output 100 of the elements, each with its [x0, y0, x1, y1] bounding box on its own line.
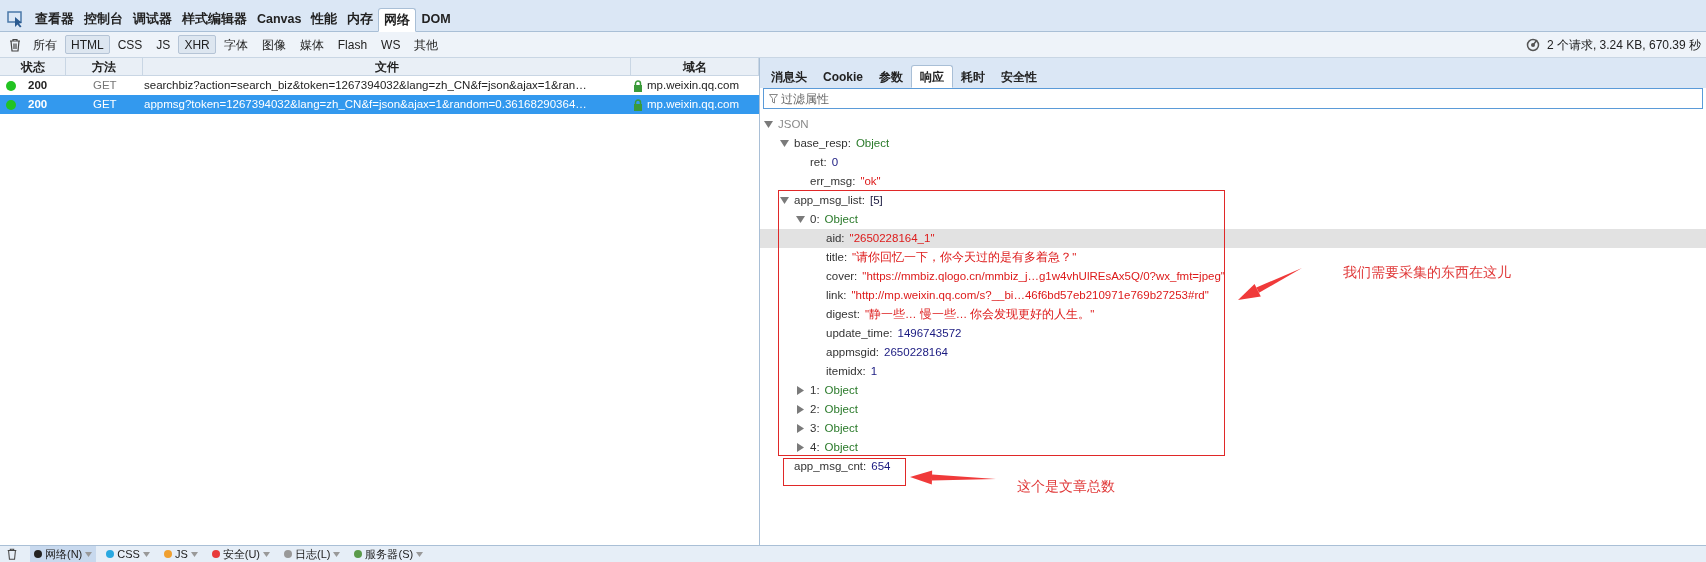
tree-value: Object	[855, 135, 890, 151]
panel-toggle[interactable]: JS	[159, 546, 202, 562]
tree-key: 0:	[810, 210, 820, 229]
tree-row[interactable]: JSON	[760, 115, 809, 134]
tree-key: cover:	[826, 267, 858, 286]
collapsed-arrow-icon[interactable]	[796, 405, 805, 414]
trash-icon[interactable]	[8, 37, 22, 52]
toolbox-tab[interactable]: 调试器	[128, 7, 177, 31]
caret-icon	[85, 551, 93, 557]
tree-row[interactable]: 2: Object	[760, 400, 858, 419]
request-row[interactable]: 200 GET searchbiz?action=search_biz&token=1267394032&lang=zh_CN&f=json&ajax=1&ran… mp.weixin.qq.com	[0, 76, 759, 95]
tree-value: 1496743572	[897, 325, 962, 341]
tree-value: 2650228164	[884, 344, 949, 360]
domain-cell-text: mp.weixin.qq.com	[647, 96, 740, 112]
gauge-icon	[1525, 37, 1540, 52]
tree-row[interactable]: update_time: 1496743572	[760, 324, 962, 343]
detail-tab[interactable]: 响应	[911, 65, 953, 88]
tree-key: 2:	[810, 400, 820, 419]
tree-row[interactable]: title: "请你回忆一下，你今天过的是有多着急？"	[760, 248, 1077, 267]
tree-row[interactable]: appmsgid: 2650228164	[760, 343, 949, 362]
annotation-note: 这个是文章总数	[1017, 477, 1115, 496]
tree-key: 4:	[810, 438, 820, 457]
filter-button[interactable]: JS	[150, 35, 177, 54]
filter-button[interactable]: 所有	[27, 35, 63, 54]
tree-row[interactable]: digest: "静一些… 慢一些… 你会发现更好的人生。"	[760, 305, 1095, 324]
panel-toggle[interactable]: CSS	[102, 546, 154, 562]
caret-icon	[190, 551, 198, 557]
panel-toggle[interactable]: 网络(N)	[30, 546, 97, 562]
tree-row[interactable]: ret: 0	[760, 153, 839, 172]
tree-key: 1:	[810, 381, 820, 400]
expanded-arrow-icon[interactable]	[780, 196, 789, 205]
filter-button[interactable]: WS	[375, 35, 407, 54]
tree-key: appmsgid:	[826, 343, 880, 362]
tree-row[interactable]: cover: "https://mmbiz.qlogo.cn/mmbiz_j…g1w4vhUlREsAx5Q/0?wx_fmt=jpeg"	[760, 267, 1225, 286]
filter-button[interactable]: HTML	[65, 35, 110, 54]
detail-tab[interactable]: 参数	[871, 65, 911, 88]
tree-key: base_resp:	[794, 134, 851, 153]
caret-icon	[333, 551, 341, 557]
tree-key: app_msg_list:	[794, 191, 865, 210]
tree-row[interactable]: itemidx: 1	[760, 362, 878, 381]
toolbox-tab[interactable]: 样式编辑器	[177, 7, 252, 31]
toolbox-tab[interactable]: 控制台	[79, 7, 128, 31]
expanded-arrow-icon[interactable]	[780, 139, 789, 148]
tree-key: 3:	[810, 419, 820, 438]
column-header[interactable]: 文件	[143, 58, 631, 75]
filter-button[interactable]: 其他	[408, 35, 445, 54]
tree-row[interactable]: aid: "2650228164_1"	[760, 229, 1706, 248]
toolbox-tab[interactable]: DOM	[416, 7, 456, 31]
expanded-arrow-icon[interactable]	[796, 215, 805, 224]
toolbox-tab[interactable]: 内存	[342, 7, 379, 31]
tree-row[interactable]: app_msg_list: [5]	[760, 191, 883, 210]
annotation-arrow	[1238, 268, 1302, 300]
collapsed-arrow-icon[interactable]	[796, 443, 805, 452]
panel-toggle[interactable]: 安全(U)	[207, 546, 275, 562]
tree-value: "静一些… 慢一些… 你会发现更好的人生。"	[864, 306, 1095, 322]
column-header[interactable]: 域名	[631, 58, 759, 75]
caret-icon	[416, 551, 424, 557]
tree-value: "2650228164_1"	[849, 230, 935, 246]
tree-row[interactable]: 0: Object	[760, 210, 858, 229]
tree-row[interactable]: link: "http://mp.weixin.qq.com/s?__bi…46f6bd57eb210971e769b27253#rd"	[760, 286, 1209, 305]
toolbox-tab[interactable]: 查看器	[30, 7, 79, 31]
toolbox-tab[interactable]: 网络	[378, 8, 417, 32]
tree-row[interactable]: 3: Object	[760, 419, 858, 438]
tree-row[interactable]: 4: Object	[760, 438, 858, 457]
tree-key: itemidx:	[826, 362, 866, 381]
toolbox-tab[interactable]: 性能	[306, 7, 343, 31]
tree-row[interactable]: base_resp: Object	[760, 134, 890, 153]
filter-button[interactable]: CSS	[111, 35, 149, 54]
tree-value: Object	[824, 211, 858, 227]
tree-key: title:	[826, 248, 848, 267]
tree-value: [5]	[869, 192, 883, 208]
column-header[interactable]: 状态	[0, 58, 66, 75]
collapsed-arrow-icon[interactable]	[796, 386, 805, 395]
tree-key: update_time:	[826, 324, 893, 343]
tree-value: Object	[824, 439, 858, 455]
tree-value: 0	[831, 154, 839, 170]
detail-tab[interactable]: 消息头	[763, 65, 815, 88]
detail-tab[interactable]: Cookie	[815, 65, 871, 88]
filter-button[interactable]: XHR	[178, 35, 216, 54]
caret-icon	[142, 551, 150, 557]
filter-button[interactable]: 字体	[217, 35, 254, 54]
filter-button[interactable]: 图像	[255, 35, 292, 54]
tree-row[interactable]: 1: Object	[760, 381, 858, 400]
tree-row[interactable]: err_msg: "ok"	[760, 172, 881, 191]
panel-toggle[interactable]: 服务器(S)	[350, 546, 428, 562]
domain-cell-text: mp.weixin.qq.com	[647, 77, 740, 93]
tree-key: ret:	[810, 153, 827, 172]
column-header[interactable]: 方法	[66, 58, 143, 75]
inspector-icon[interactable]	[7, 10, 25, 28]
expanded-arrow-icon[interactable]	[764, 120, 773, 129]
panel-toggle[interactable]: 日志(L)	[280, 546, 345, 562]
toolbox-tab[interactable]: Canvas	[252, 7, 307, 31]
trash-icon[interactable]	[6, 548, 18, 560]
detail-tab[interactable]: 安全性	[993, 65, 1045, 88]
collapsed-arrow-icon[interactable]	[796, 424, 805, 433]
status-code: 200	[28, 77, 48, 93]
detail-tab[interactable]: 耗时	[953, 65, 993, 88]
filter-button[interactable]: Flash	[331, 35, 374, 54]
filter-button[interactable]: 媒体	[293, 35, 330, 54]
tree-row[interactable]: app_msg_cnt: 654	[760, 457, 891, 476]
